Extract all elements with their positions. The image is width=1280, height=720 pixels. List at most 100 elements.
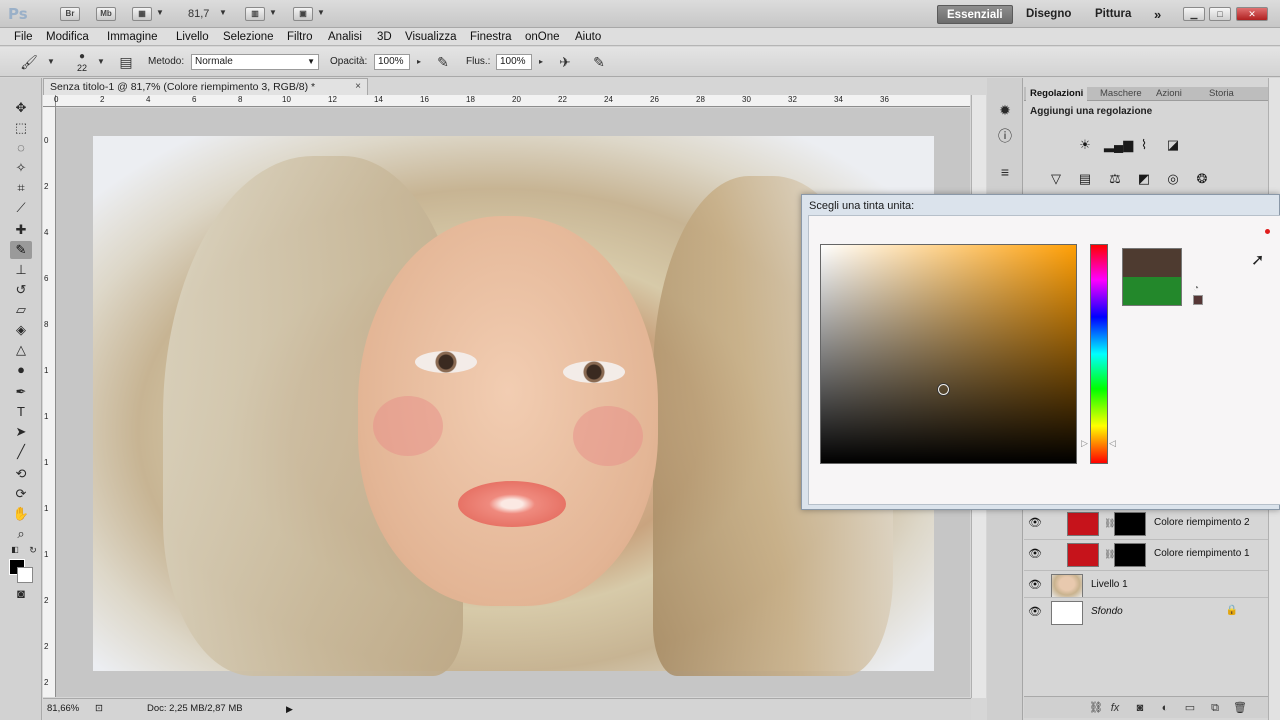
- levels-icon[interactable]: ▂▄▆: [1104, 136, 1133, 154]
- color-cursor[interactable]: [938, 384, 949, 395]
- info-panel-icon[interactable]: ⓘ: [996, 127, 1014, 145]
- add-mask-icon[interactable]: ◙: [1132, 700, 1148, 716]
- out-of-gamut-warning-icon[interactable]: ◔: [1193, 283, 1199, 294]
- brush-size-caret-icon[interactable]: ▼: [92, 53, 110, 71]
- document-tab[interactable]: Senza titolo-1 @ 81,7% (Colore riempimen…: [43, 78, 368, 95]
- path-selection-tool-icon[interactable]: ➤: [10, 423, 32, 441]
- exposure-icon[interactable]: ◪: [1162, 136, 1184, 154]
- move-tool-icon[interactable]: ✥: [10, 99, 32, 117]
- menu-modifica[interactable]: Modifica: [46, 28, 89, 46]
- menu-selezione[interactable]: Selezione: [223, 28, 274, 46]
- layer-row[interactable]: 👁 ⛓ Colore riempimento 2: [1024, 508, 1270, 538]
- tablet-opacity-icon[interactable]: ✎: [434, 53, 452, 71]
- quick-selection-tool-icon[interactable]: ✧: [10, 159, 32, 177]
- status-info-icon[interactable]: ⊡: [95, 699, 103, 719]
- visibility-eye-icon[interactable]: 👁: [1028, 516, 1042, 529]
- new-adjustment-layer-icon[interactable]: ◐: [1157, 700, 1173, 716]
- visibility-eye-icon[interactable]: 👁: [1028, 578, 1042, 591]
- tab-storia[interactable]: Storia: [1205, 87, 1238, 101]
- arrange-caret-icon[interactable]: ▼: [269, 8, 277, 17]
- saturation-brightness-field[interactable]: [820, 244, 1077, 464]
- tablet-size-icon[interactable]: ✎: [590, 53, 608, 71]
- mode-select[interactable]: Normale ▼: [191, 54, 319, 70]
- menu-aiuto[interactable]: Aiuto: [575, 28, 601, 46]
- delete-layer-icon[interactable]: 🗑: [1232, 700, 1248, 716]
- bridge-button[interactable]: Br: [60, 7, 80, 21]
- clone-stamp-tool-icon[interactable]: ⊥: [10, 261, 32, 279]
- view-extras-caret-icon[interactable]: ▼: [156, 8, 164, 17]
- layer-name[interactable]: Livello 1: [1091, 579, 1128, 590]
- layer-name[interactable]: Sfondo: [1091, 606, 1123, 617]
- 3d-orbit-tool-icon[interactable]: ⟳: [10, 485, 32, 503]
- visibility-eye-icon[interactable]: 👁: [1028, 605, 1042, 618]
- brightness-contrast-icon[interactable]: ☀: [1074, 136, 1096, 154]
- airbrush-icon[interactable]: ✈: [556, 53, 574, 71]
- menu-filtro[interactable]: Filtro: [287, 28, 313, 46]
- brush-tool-icon[interactable]: ✎: [10, 241, 32, 259]
- workspace-essenziali[interactable]: Essenziali: [937, 5, 1013, 24]
- new-group-icon[interactable]: ▭: [1182, 700, 1198, 716]
- history-brush-tool-icon[interactable]: ↺: [10, 281, 32, 299]
- new-layer-icon[interactable]: ⧉: [1207, 700, 1223, 716]
- brush-panel-icon[interactable]: ▤: [117, 53, 135, 71]
- preset-caret-icon[interactable]: ▼: [42, 53, 60, 71]
- menu-onone[interactable]: onOne: [525, 28, 560, 46]
- workspace-disegno[interactable]: Disegno: [1017, 5, 1080, 24]
- horizontal-ruler[interactable]: 0 2 4 6 8 10 12 14 16 18 20 22 24 26 28 …: [54, 95, 970, 107]
- pen-tool-icon[interactable]: ✒: [10, 383, 32, 401]
- hand-tool-icon[interactable]: ✋: [10, 505, 32, 523]
- hue-slider-right-arrow-icon[interactable]: ◁: [1109, 438, 1116, 449]
- screen-mode-caret-icon[interactable]: ▼: [317, 8, 325, 17]
- close-window-icon[interactable]: ✕: [1236, 7, 1268, 21]
- arrange-documents-button[interactable]: ▥: [245, 7, 265, 21]
- maximize-icon[interactable]: □: [1209, 7, 1231, 21]
- swap-colors-icon[interactable]: ↻: [22, 541, 44, 559]
- flow-slider-icon[interactable]: ▸: [532, 53, 550, 71]
- visibility-eye-icon[interactable]: 👁: [1028, 547, 1042, 560]
- zoom-caret-icon[interactable]: ▼: [219, 8, 227, 17]
- layer-mask-thumbnail[interactable]: [1114, 512, 1146, 536]
- menu-visualizza[interactable]: Visualizza: [405, 28, 457, 46]
- type-tool-icon[interactable]: T: [10, 403, 32, 421]
- menu-immagine[interactable]: Immagine: [107, 28, 158, 46]
- opacity-slider-icon[interactable]: ▸: [410, 53, 428, 71]
- view-extras-button[interactable]: ▦: [132, 7, 152, 21]
- mini-bridge-button[interactable]: Mb: [96, 7, 116, 21]
- vertical-ruler[interactable]: 0 2 4 6 8 1 1 1 1 1 2 2 2: [43, 107, 56, 697]
- healing-brush-tool-icon[interactable]: ✚: [10, 221, 32, 239]
- dodge-tool-icon[interactable]: ●: [10, 361, 32, 379]
- brush-tool-preset-icon[interactable]: 🖌: [20, 53, 38, 71]
- hue-saturation-icon[interactable]: ▤: [1074, 170, 1096, 188]
- brush-presets-panel-icon[interactable]: ≡: [996, 163, 1014, 181]
- background-color-swatch[interactable]: [17, 567, 33, 583]
- menu-livello[interactable]: Livello: [176, 28, 209, 46]
- navigator-panel-icon[interactable]: ✹: [996, 101, 1014, 119]
- layer-name[interactable]: Colore riempimento 1: [1154, 548, 1250, 559]
- curves-icon[interactable]: ⌇: [1133, 136, 1155, 154]
- tab-maschere[interactable]: Maschere: [1096, 87, 1146, 101]
- black-white-icon[interactable]: ◩: [1133, 170, 1155, 188]
- eyedropper-tool-icon[interactable]: ⟋: [10, 199, 32, 217]
- workspace-pittura[interactable]: Pittura: [1086, 5, 1140, 24]
- menu-3d[interactable]: 3D: [377, 28, 392, 46]
- channel-mixer-icon[interactable]: ❂: [1191, 170, 1213, 188]
- tab-regolazioni[interactable]: Regolazioni: [1026, 87, 1088, 101]
- hue-slider-left-arrow-icon[interactable]: ▷: [1081, 438, 1088, 449]
- status-menu-arrow-icon[interactable]: ▶: [286, 699, 293, 719]
- screen-mode-button[interactable]: ▣: [293, 7, 313, 21]
- tab-azioni[interactable]: Azioni: [1152, 87, 1186, 101]
- layer-style-icon[interactable]: fx: [1107, 700, 1123, 716]
- lasso-tool-icon[interactable]: ◌: [10, 139, 32, 157]
- flow-input[interactable]: 100%: [496, 54, 532, 70]
- color-balance-icon[interactable]: ⚖: [1104, 170, 1126, 188]
- line-tool-icon[interactable]: ╱: [10, 443, 32, 461]
- blur-tool-icon[interactable]: △: [10, 341, 32, 359]
- eraser-tool-icon[interactable]: ▱: [10, 301, 32, 319]
- layer-row[interactable]: 👁 ⛓ Colore riempimento 1: [1024, 539, 1270, 569]
- layer-mask-thumbnail[interactable]: [1114, 543, 1146, 567]
- zoom-status[interactable]: 81,66%: [47, 699, 79, 719]
- menu-analisi[interactable]: Analisi: [328, 28, 362, 46]
- quick-mask-icon[interactable]: ◙: [10, 585, 32, 603]
- layer-row[interactable]: 👁 Sfondo 🔒: [1024, 597, 1270, 627]
- crop-tool-icon[interactable]: ⌗: [10, 179, 32, 197]
